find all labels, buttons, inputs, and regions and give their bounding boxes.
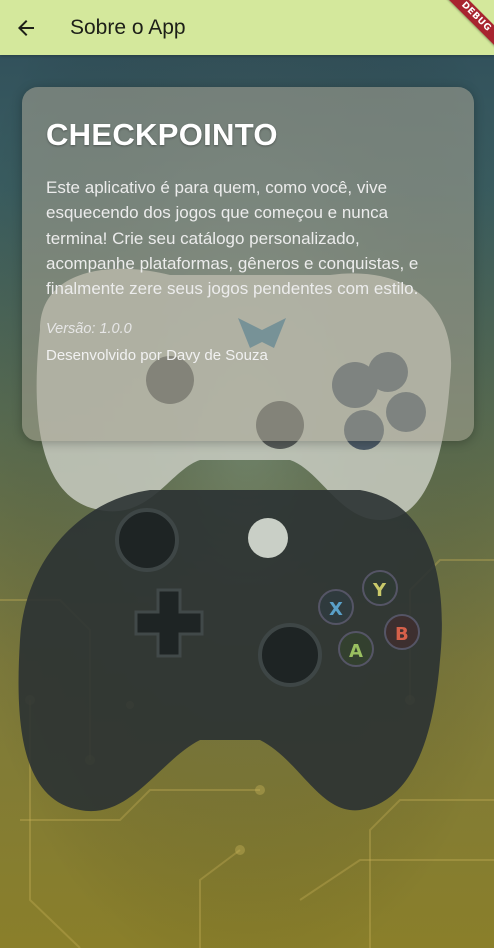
button-b-label: B	[395, 624, 409, 645]
developer-credit: Desenvolvido por Davy de Souza	[46, 347, 268, 365]
app-name-heading: CHECKPOINTO	[46, 117, 278, 152]
button-y-label: Y	[372, 580, 387, 601]
app-bar: Sobre o App	[0, 0, 494, 55]
arrow-back-icon	[18, 19, 34, 36]
about-card: CHECKPOINTO Este aplicativo é para quem,…	[22, 87, 474, 441]
app-description: Este aplicativo é para quem, como você, …	[46, 178, 419, 299]
about-screen: Y X B A Sobre o App DEBUG CHECKPOINTO Es…	[0, 0, 494, 948]
button-x-label: X	[329, 599, 343, 620]
version-label: Versão: 1.0.0	[46, 321, 132, 338]
page-title: Sobre o App	[70, 15, 186, 39]
button-a-label: A	[349, 641, 363, 662]
back-button[interactable]	[0, 0, 52, 55]
